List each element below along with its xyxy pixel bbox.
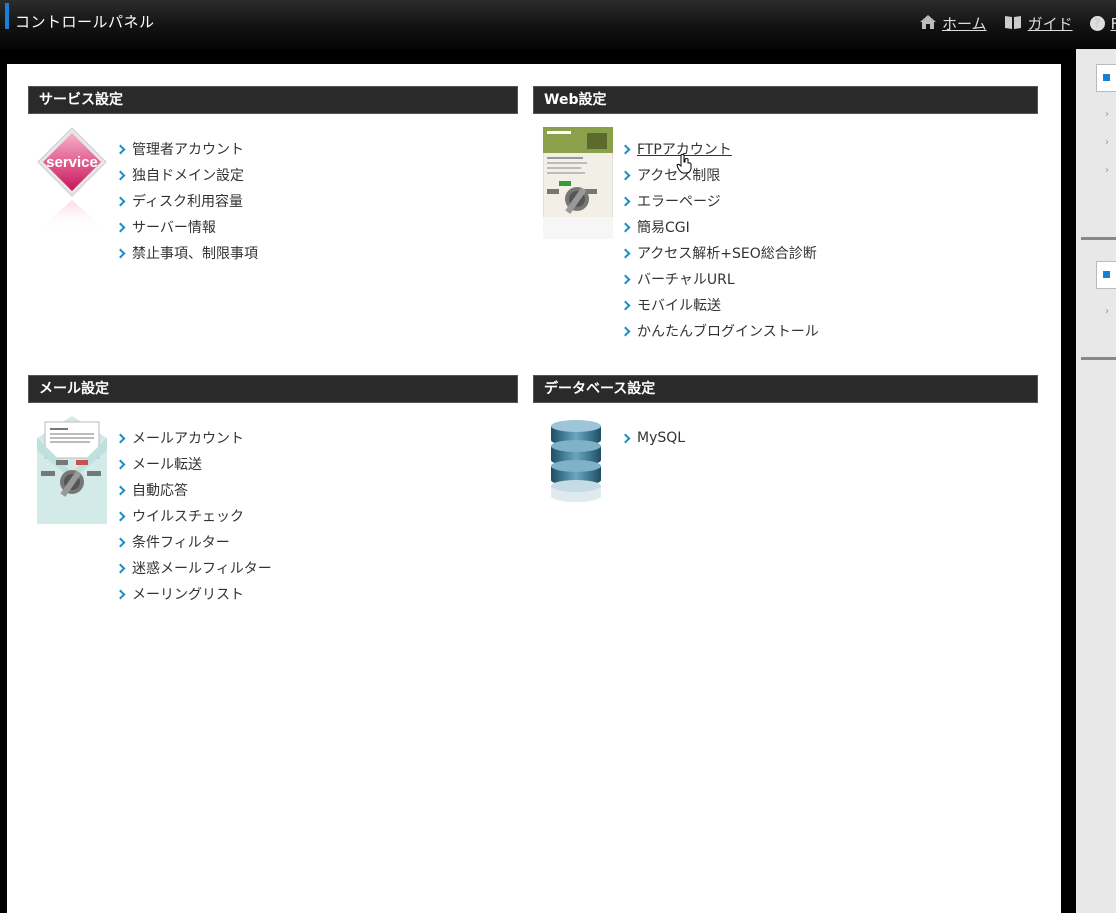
chevron-right-icon (620, 433, 631, 443)
nav-home[interactable]: ホーム (920, 13, 987, 34)
chevron-right-icon (115, 589, 126, 599)
right-panel-divider (1081, 237, 1116, 240)
menu-item-ftp-account[interactable]: FTPアカウント (620, 136, 819, 162)
menu-item-access-analysis[interactable]: アクセス解析+SEO総合診断 (620, 240, 819, 266)
book-icon (1004, 15, 1022, 33)
main-panel: サービス設定 service 管理者アカウント 独自ドメイン設定 ディスク利用容… (7, 64, 1061, 913)
mail-thumbnail (37, 416, 107, 532)
chevron-right-icon (115, 170, 126, 180)
chevron-right-icon (620, 248, 631, 258)
chevron-right-icon (115, 485, 126, 495)
chevron-right-icon: › (1105, 109, 1109, 120)
nav-guide[interactable]: ガイド (1004, 13, 1073, 34)
nav-help[interactable]: ? F (1089, 15, 1116, 33)
service-menu: 管理者アカウント 独自ドメイン設定 ディスク利用容量 サーバー情報 禁止事項、制… (115, 136, 258, 266)
chevron-right-icon (115, 459, 126, 469)
menu-item-mailing-list[interactable]: メーリングリスト (115, 581, 272, 607)
home-icon (920, 14, 936, 33)
chevron-right-icon: › (1105, 165, 1109, 176)
menu-item-virtual-url[interactable]: バーチャルURL (620, 266, 819, 292)
chevron-right-icon (115, 248, 126, 258)
square-bullet-icon (1103, 271, 1110, 278)
web-menu: FTPアカウント アクセス制限 エラーページ 簡易CGI アクセス解析+SEO総… (620, 136, 819, 344)
chevron-right-icon (620, 170, 631, 180)
chevron-right-icon (115, 511, 126, 521)
menu-item-mail-forward[interactable]: メール転送 (115, 451, 272, 477)
menu-item-access-restriction[interactable]: アクセス制限 (620, 162, 819, 188)
chevron-right-icon (620, 196, 631, 206)
nav-guide-label[interactable]: ガイド (1028, 13, 1073, 34)
chevron-right-icon (115, 563, 126, 573)
right-side-panel: › › › › (1076, 49, 1116, 913)
title-accent (5, 3, 9, 29)
chevron-right-icon (115, 222, 126, 232)
right-panel-box-1[interactable] (1096, 64, 1116, 92)
service-thumbnail: service (36, 126, 108, 244)
chevron-right-icon: › (1105, 137, 1109, 148)
top-bar: コントロールパネル ホーム ガイド ? F (0, 0, 1116, 49)
top-nav: ホーム ガイド ? F (920, 13, 1116, 34)
menu-item-virus-check[interactable]: ウイルスチェック (115, 503, 272, 529)
chevron-right-icon (115, 144, 126, 154)
right-panel-box-2[interactable] (1096, 261, 1116, 289)
menu-item-server-info[interactable]: サーバー情報 (115, 214, 258, 240)
chevron-right-icon (620, 326, 631, 336)
chevron-right-icon (115, 433, 126, 443)
web-thumbnail (542, 126, 614, 243)
nav-home-label[interactable]: ホーム (942, 13, 987, 34)
chevron-right-icon (115, 196, 126, 206)
menu-item-mysql[interactable]: MySQL (620, 425, 685, 451)
menu-item-mobile-forward[interactable]: モバイル転送 (620, 292, 819, 318)
menu-item-restrictions[interactable]: 禁止事項、制限事項 (115, 240, 258, 266)
menu-item-spam-filter[interactable]: 迷惑メールフィルター (115, 555, 272, 581)
menu-item-filter[interactable]: 条件フィルター (115, 529, 272, 555)
hand-cursor-icon (676, 154, 692, 178)
menu-item-error-page[interactable]: エラーページ (620, 188, 819, 214)
menu-item-blog-install[interactable]: かんたんブログインストール (620, 318, 819, 344)
chevron-right-icon (620, 144, 631, 154)
chevron-right-icon (620, 274, 631, 284)
app-title: コントロールパネル (15, 13, 155, 31)
square-bullet-icon (1103, 74, 1110, 81)
section-service-header: サービス設定 (28, 86, 518, 114)
chevron-right-icon (620, 222, 631, 232)
nav-help-label[interactable]: F (1111, 15, 1116, 33)
database-icon (548, 416, 604, 508)
section-database-header: データベース設定 (533, 375, 1038, 403)
chevron-right-icon (115, 537, 126, 547)
help-icon: ? (1089, 16, 1105, 31)
section-mail-header: メール設定 (28, 375, 518, 403)
menu-item-mail-account[interactable]: メールアカウント (115, 425, 272, 451)
service-thumb-text: service (46, 154, 98, 171)
mail-menu: メールアカウント メール転送 自動応答 ウイルスチェック 条件フィルター 迷惑メ… (115, 425, 272, 607)
chevron-right-icon: › (1105, 306, 1109, 317)
menu-item-auto-reply[interactable]: 自動応答 (115, 477, 272, 503)
right-panel-divider (1081, 357, 1116, 360)
menu-item-admin-account[interactable]: 管理者アカウント (115, 136, 258, 162)
database-menu: MySQL (620, 425, 685, 451)
chevron-right-icon (620, 300, 631, 310)
menu-item-simple-cgi[interactable]: 簡易CGI (620, 214, 819, 240)
section-web-header: Web設定 (533, 86, 1038, 114)
menu-item-own-domain[interactable]: 独自ドメイン設定 (115, 162, 258, 188)
menu-item-disk-usage[interactable]: ディスク利用容量 (115, 188, 258, 214)
